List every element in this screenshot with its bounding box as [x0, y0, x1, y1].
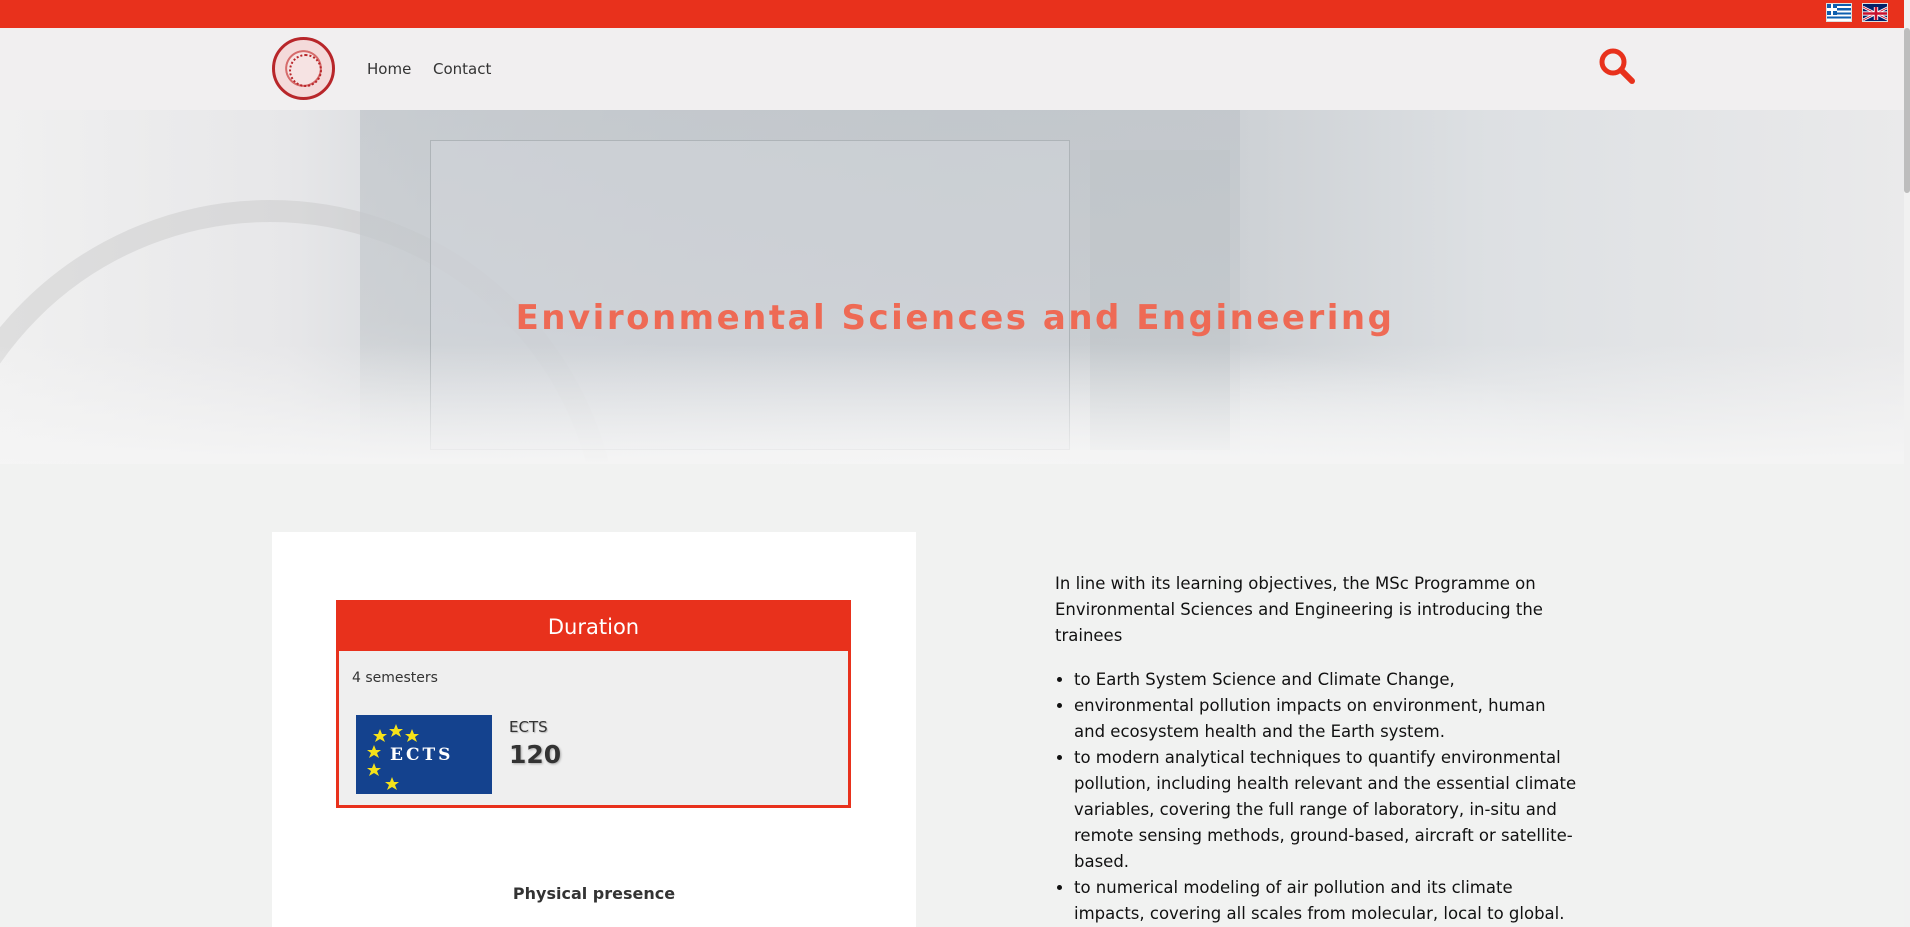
objectives-list: to Earth System Science and Climate Chan… — [1074, 667, 1580, 927]
duration-box: Duration 4 semesters ECTS ECTS 120 — [336, 600, 851, 808]
nav-contact-link[interactable]: Contact — [433, 60, 491, 78]
semesters-text: 4 semesters — [352, 670, 438, 686]
ects-logo: ECTS — [356, 715, 492, 794]
duration-header: Duration — [339, 603, 848, 651]
hero-fade — [0, 344, 1910, 464]
page-title: Environmental Sciences and Engineering — [515, 298, 1395, 338]
list-item: to numerical modeling of air pollution a… — [1074, 875, 1580, 927]
navbar: Home Contact — [0, 28, 1910, 110]
search-icon[interactable] — [1597, 46, 1637, 86]
list-item: to Earth System Science and Climate Chan… — [1074, 667, 1580, 693]
ects-logo-text: ECTS — [390, 745, 454, 765]
university-logo[interactable] — [272, 37, 335, 100]
top-bar — [0, 0, 1910, 28]
greek-flag-icon[interactable] — [1826, 3, 1852, 22]
ects-value: 120 — [509, 740, 562, 769]
intro-paragraph: In line with its learning objectives, th… — [1055, 574, 1543, 645]
program-description: In line with its learning objectives, th… — [1055, 571, 1580, 927]
program-info-card: Duration 4 semesters ECTS ECTS 120 Physi… — [272, 532, 916, 927]
ects-label: ECTS — [509, 718, 548, 736]
uk-flag-icon[interactable] — [1862, 3, 1888, 22]
nav-home-link[interactable]: Home — [367, 60, 411, 78]
hero-banner: Environmental Sciences and Engineering — [0, 110, 1910, 464]
scrollbar-thumb[interactable] — [1904, 28, 1910, 193]
physical-presence-heading: Physical presence — [512, 884, 676, 903]
list-item: to modern analytical techniques to quant… — [1074, 745, 1580, 875]
list-item: environmental pollution impacts on envir… — [1074, 693, 1580, 745]
